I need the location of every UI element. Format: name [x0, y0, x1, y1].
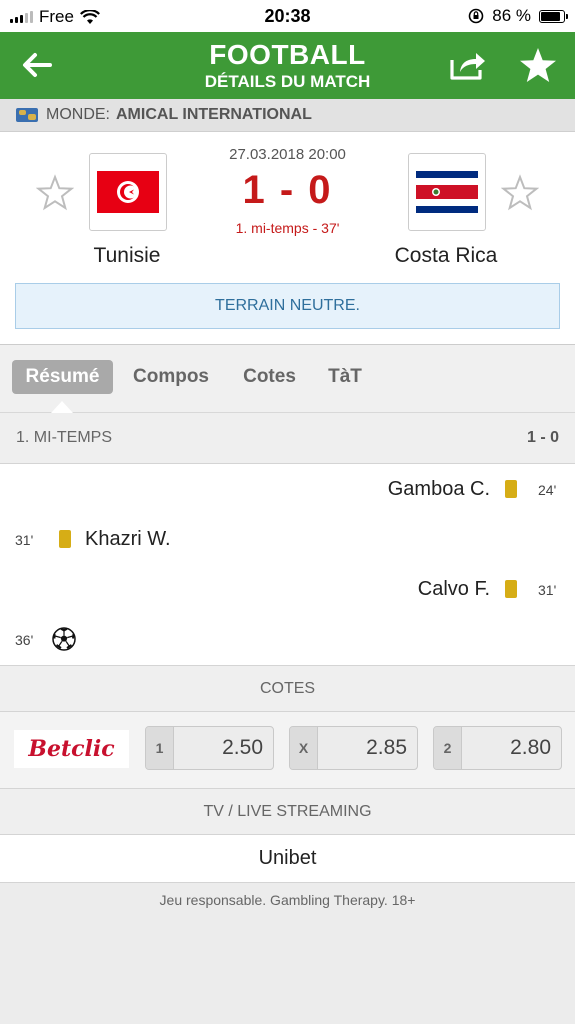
- event-row: Gamboa C. 24': [0, 464, 575, 514]
- favorite-away-star-icon[interactable]: [501, 174, 539, 212]
- betclic-logo[interactable]: Betclic: [14, 730, 129, 768]
- away-team-name[interactable]: Costa Rica: [346, 244, 546, 268]
- match-date: 27.03.2018 20:00: [229, 146, 346, 163]
- odds-button-away[interactable]: 2 2.80: [433, 726, 562, 770]
- yellow-card-icon: [59, 530, 71, 548]
- orientation-lock-icon: [468, 8, 484, 24]
- odds-value: 2.85: [366, 736, 407, 759]
- match-score: 1 - 0: [242, 168, 333, 212]
- app-header: FOOTBALL DÉTAILS DU MATCH: [0, 32, 575, 99]
- match-status: 1. mi-temps - 37': [235, 220, 340, 236]
- odds-key: 1: [146, 727, 174, 769]
- tv-section-label: TV / LIVE STREAMING: [203, 802, 372, 820]
- costa-rica-flag-icon: [416, 171, 478, 213]
- tab-cotes[interactable]: Cotes: [232, 360, 307, 394]
- odds-key: X: [290, 727, 318, 769]
- odds-button-home[interactable]: 1 2.50: [145, 726, 274, 770]
- battery-icon: [539, 9, 568, 23]
- tab-tat[interactable]: TàT: [320, 360, 370, 394]
- event-player[interactable]: Calvo F.: [418, 578, 490, 601]
- page-subtitle: DÉTAILS DU MATCH: [204, 72, 371, 91]
- league-bar[interactable]: MONDE: AMICAL INTERNATIONAL: [0, 99, 575, 132]
- battery-percent: 86 %: [492, 6, 531, 25]
- odds-key: 2: [434, 727, 462, 769]
- period-label: 1. MI-TEMPS: [16, 429, 113, 446]
- match-events: Gamboa C. 24' 31' Khazri W. Calvo F. 31'…: [0, 464, 575, 666]
- period-header: 1. MI-TEMPS 1 - 0: [0, 413, 575, 464]
- odds-value: 2.50: [222, 736, 263, 759]
- yellow-card-icon: [505, 580, 517, 598]
- period-score: 1 - 0: [526, 429, 559, 446]
- event-player[interactable]: Gamboa C.: [388, 478, 490, 501]
- odds-row: Betclic 1 2.50 X 2.85 2 2.80: [0, 712, 575, 789]
- tab-bar: Résumé Compos Cotes TàT: [0, 345, 575, 413]
- event-row: 36': [0, 614, 575, 664]
- odds-section-label: COTES: [259, 679, 316, 697]
- status-bar: Free 20:38 86 %: [0, 0, 575, 32]
- event-row: 31' Khazri W.: [0, 514, 575, 564]
- odds-section-header: COTES: [0, 666, 575, 712]
- status-right: 86 %: [468, 6, 568, 26]
- event-minute: 31': [15, 532, 34, 548]
- tab-compos[interactable]: Compos: [124, 360, 218, 394]
- yellow-card-icon: [505, 480, 517, 498]
- odds-button-draw[interactable]: X 2.85: [289, 726, 418, 770]
- soccer-ball-icon: [52, 627, 76, 651]
- active-tab-pointer: [51, 401, 73, 413]
- neutral-venue-notice: TERRAIN NEUTRE.: [15, 283, 560, 329]
- event-minute: 24': [538, 482, 557, 498]
- event-row: Calvo F. 31': [0, 564, 575, 614]
- responsible-gambling-note[interactable]: Jeu responsable. Gambling Therapy. 18+: [0, 892, 575, 908]
- world-map-icon: [16, 108, 38, 122]
- star-icon[interactable]: [518, 46, 558, 84]
- odds-value: 2.80: [510, 736, 551, 759]
- tab-resume[interactable]: Résumé: [12, 360, 113, 394]
- league-region: MONDE:: [46, 106, 110, 123]
- page-title: FOOTBALL: [209, 39, 366, 70]
- event-player[interactable]: Khazri W.: [85, 528, 171, 551]
- match-header: Tunisie 27.03.2018 20:00 1 - 0 1. mi-tem…: [0, 132, 575, 345]
- tv-provider-row[interactable]: Unibet: [0, 835, 575, 883]
- event-minute: 36': [15, 632, 34, 648]
- tv-section-header: TV / LIVE STREAMING: [0, 789, 575, 835]
- away-team-logo[interactable]: [408, 153, 486, 231]
- share-icon[interactable]: [448, 48, 488, 82]
- event-minute: 31': [538, 582, 557, 598]
- home-team-name[interactable]: Tunisie: [27, 244, 227, 268]
- league-name: AMICAL INTERNATIONAL: [116, 106, 312, 123]
